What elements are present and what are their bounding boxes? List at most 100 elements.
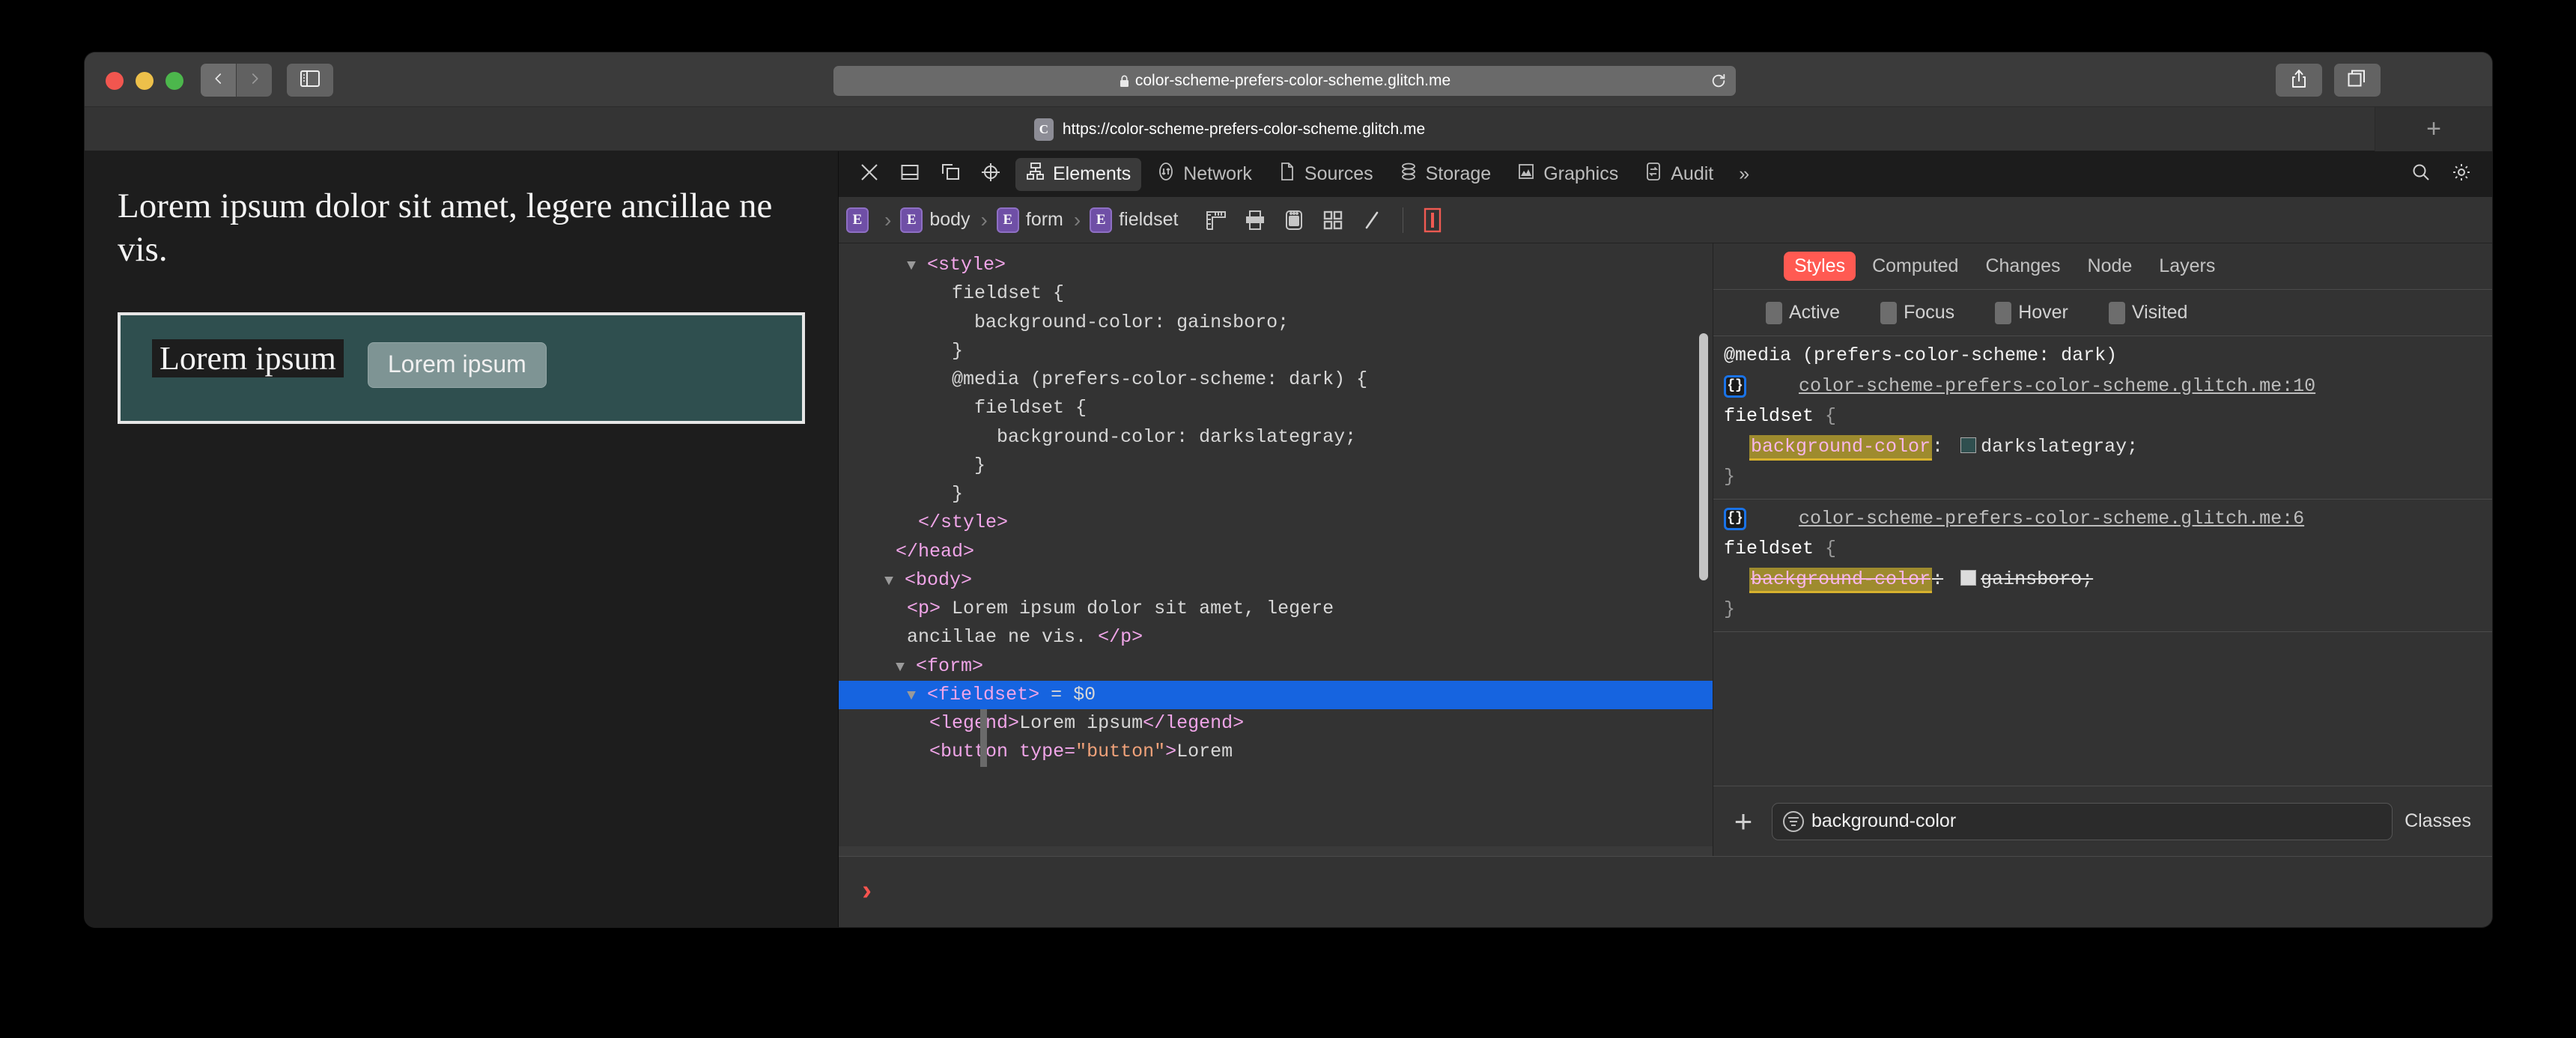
breadcrumb-item-form[interactable]: E form [996,207,1065,233]
style-rule-icon: {} [1724,374,1746,398]
minimize-window-button[interactable] [136,72,154,90]
markup-line[interactable]: <button type="button">Lorem [839,738,1713,767]
selector[interactable]: fieldset [1724,538,1814,559]
dock-bottom-button[interactable] [890,157,930,192]
paintbrush-icon[interactable] [1361,209,1383,231]
checkbox[interactable] [1766,301,1782,324]
reload-icon[interactable] [1710,73,1727,89]
zoom-window-button[interactable] [165,72,183,90]
markup-line[interactable]: ▼ <form> [839,652,1713,681]
disclosure-triangle-icon[interactable]: ▼ [907,688,916,705]
tab-overview-button[interactable] [2334,64,2381,97]
tab-changes[interactable]: Changes [1975,252,2071,281]
markup-line[interactable]: background-color: darkslategray; [839,423,1713,452]
document-icon [1278,162,1297,186]
color-swatch[interactable] [1960,569,1977,586]
markup-line[interactable]: </head> [839,538,1713,566]
classes-button[interactable]: Classes [2405,810,2479,832]
window-content: Lorem ipsum dolor sit amet, legere ancil… [85,151,2492,927]
checkbox[interactable] [1995,301,2012,324]
markup-line[interactable]: ▼ <style> [839,251,1713,279]
markup-line[interactable]: @media (prefers-color-scheme: dark) { [839,365,1713,394]
breadcrumb-item-body[interactable]: E body [900,207,971,233]
tab-elements[interactable]: Elements [1015,157,1142,191]
layout-box-icon[interactable] [1423,207,1442,233]
print-icon[interactable] [1244,209,1266,231]
markup-horizontal-scrollbar[interactable] [839,846,1713,856]
devtools-settings-button[interactable] [2441,157,2482,192]
pseudo-visited[interactable]: Visited [2108,301,2187,324]
pseudo-hover[interactable]: Hover [1995,301,2068,324]
new-tab-button[interactable]: + [2375,107,2492,151]
markup-line[interactable]: } [839,337,1713,365]
forward-button[interactable] [237,64,272,97]
element-badge: E [1090,207,1113,233]
color-swatch[interactable] [1960,437,1977,453]
disclosure-triangle-icon[interactable]: ▼ [907,258,916,275]
markup-line[interactable]: background-color: gainsboro; [839,309,1713,337]
grid-icon[interactable] [1322,209,1344,231]
markup-line[interactable]: fieldset { [839,279,1713,308]
tab-styles[interactable]: Styles [1784,252,1856,281]
markup-line[interactable]: ▼ <body> [839,566,1713,595]
tab-storage-label: Storage [1425,163,1492,184]
tab-computed[interactable]: Computed [1862,252,1969,281]
markup-line[interactable]: ancillae ne vis. </p> [839,623,1713,652]
css-declaration[interactable]: background-color: gainsboro; [1724,565,2492,595]
sidebar-toggle-button[interactable] [287,64,333,97]
selector[interactable]: fieldset [1724,405,1814,427]
rule-source-link[interactable]: color-scheme-prefers-color-scheme.glitch… [1799,371,2315,402]
breadcrumb-separator: › [1073,207,1081,231]
pseudo-active[interactable]: Active [1766,301,1840,324]
disclosure-triangle-icon[interactable]: ▼ [896,659,905,676]
disclosure-triangle-icon[interactable]: ▼ [884,573,893,590]
css-declaration[interactable]: background-color: darkslategray; [1724,432,2492,463]
css-value[interactable]: darkslategray [1981,436,2127,458]
checkbox[interactable] [2108,301,2125,324]
tab-layers[interactable]: Layers [2148,252,2226,281]
css-property[interactable]: background-color [1749,434,1933,461]
markup-line[interactable]: <p> Lorem ipsum dolor sit amet, legere [839,595,1713,623]
address-bar[interactable]: color-scheme-prefers-color-scheme.glitch… [833,66,1736,96]
pseudo-focus[interactable]: Focus [1880,301,1954,324]
page-button[interactable]: Lorem ipsum [367,342,547,388]
close-window-button[interactable] [106,72,124,90]
device-icon[interactable] [1283,209,1305,231]
tab-node[interactable]: Node [2077,252,2143,281]
rule-source-link[interactable]: color-scheme-prefers-color-scheme.glitch… [1799,504,2304,535]
markup-line-selected[interactable]: ▼ <fieldset> = $0 [839,680,1713,709]
tab-sources[interactable]: Sources [1267,158,1384,191]
tab-overflow-button[interactable]: » [1728,158,1760,191]
browser-tab[interactable]: C https://color-scheme-prefers-color-sch… [85,107,2375,151]
devtools-close-button[interactable] [849,157,890,192]
breadcrumb-item-fieldset[interactable]: E fieldset [1090,207,1179,233]
markup-line[interactable]: </style> [839,509,1713,537]
devtools-search-button[interactable] [2401,157,2441,192]
rule-source-row: {} color-scheme-prefers-color-scheme.gli… [1724,371,2492,402]
dock-side-button[interactable] [930,157,970,192]
markup-tree[interactable]: ▼ <style> fieldset { background-color: g… [839,243,1713,856]
markup-line[interactable]: } [839,452,1713,480]
indent-guide [980,709,987,738]
tab-storage[interactable]: Storage [1388,158,1502,191]
tab-audit[interactable]: Audit [1633,158,1724,191]
css-property[interactable]: background-color [1749,567,1933,593]
share-button[interactable] [2276,64,2322,97]
tab-graphics[interactable]: Graphics [1506,158,1629,191]
styles-filter-input[interactable]: background-color [1772,802,2393,840]
css-value[interactable]: gainsboro [1981,568,2082,590]
ruler-icon[interactable] [1205,209,1227,231]
console-prompt[interactable]: › [839,856,2492,927]
markup-line[interactable]: } [839,480,1713,509]
devtools-panel: Elements Network Sources Storage Graphic… [838,151,2492,927]
markup-line[interactable]: <legend>Lorem ipsum</legend> [839,709,1713,738]
tab-network[interactable]: Network [1146,158,1263,191]
back-button[interactable] [201,64,236,97]
styles-filter-value: background-color [1811,810,1957,831]
add-style-rule-button[interactable]: + [1727,804,1760,840]
markup-line[interactable]: fieldset { [839,394,1713,422]
inspect-element-button[interactable] [970,157,1011,192]
checkbox[interactable] [1880,301,1898,324]
markup-vertical-scrollbar[interactable] [1699,333,1708,580]
breadcrumb-item-root[interactable]: E [846,207,875,233]
